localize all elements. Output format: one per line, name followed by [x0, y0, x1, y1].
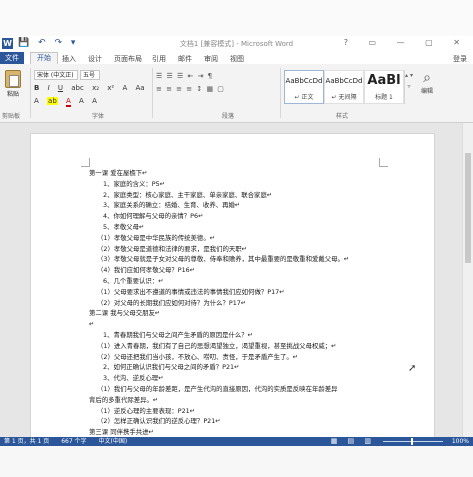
tab-page-layout[interactable]: 页面布局 [114, 54, 142, 64]
styles-gallery: AaBbCcDd ↵ 正文 AaBbCcDd ↵ 无间隔 AaBl 标题 1 [284, 70, 404, 104]
document-line[interactable]: （1）孝敬父母是中华民族的传统美德。↵ [89, 233, 389, 244]
tab-review[interactable]: 审阅 [204, 54, 218, 64]
font-color-button[interactable]: A [66, 97, 71, 107]
group-label-paragraph: 段落 [222, 113, 235, 120]
document-line[interactable]: 2、家庭类型：核心家庭、主干家庭、单亲家庭、联合家庭↵ [89, 190, 389, 201]
document-line[interactable]: （1）逆反心理的主要表现：P21↵ [89, 406, 389, 417]
editing-label: 编辑 [420, 88, 433, 95]
document-line[interactable]: 2、如何正确认识我们与父母之间的矛盾？P21↵ [89, 362, 389, 373]
change-case-button[interactable]: Aa [135, 84, 144, 92]
mouse-cursor-icon: ➚ [408, 363, 417, 374]
video-frame-bottom [0, 446, 473, 477]
view-mode-icons[interactable]: ▦ ▤ ▥ [331, 437, 375, 446]
tab-insert[interactable]: 插入 [62, 54, 76, 64]
style-normal[interactable]: AaBbCcDd ↵ 正文 [284, 70, 324, 104]
tab-home[interactable]: 开始 [30, 52, 58, 64]
document-line[interactable]: 1、家庭的含义：P5↵ [89, 179, 389, 190]
tab-references[interactable]: 引用 [152, 54, 166, 64]
subscript-button[interactable]: x₂ [92, 84, 99, 92]
language[interactable]: 中文(中国) [98, 438, 127, 445]
style-name: 标题 1 [375, 94, 393, 101]
grow-font-button[interactable]: A [79, 97, 84, 105]
style-name: ↵ 无间隔 [331, 94, 357, 101]
document-line[interactable]: （1）父母要求出不遵道的事情或违法的事情我们应如何做？P17↵ [89, 287, 389, 298]
styles-scroll-buttons[interactable]: ▴ ▾ ▿ [404, 70, 413, 104]
zoom-level[interactable]: 100% [452, 437, 469, 446]
clear-format-button[interactable]: A [34, 97, 39, 105]
style-no-spacing[interactable]: AaBbCcDd ↵ 无间隔 [324, 70, 364, 104]
divider [280, 68, 281, 118]
scrollbar-thumb[interactable] [465, 153, 471, 263]
group-label-font: 字体 [92, 113, 105, 120]
editing-button[interactable]: ⌕ 编辑 [414, 70, 440, 95]
style-preview: AaBbCcDd [325, 77, 363, 85]
find-icon: ⌕ [423, 70, 431, 86]
divider [152, 68, 153, 118]
document-area[interactable]: 第一课 爱在屋檐下↵ 1、家庭的含义：P5↵ 2、家庭类型：核心家庭、主干家庭、单亲… [0, 123, 473, 446]
video-frame-top [0, 0, 473, 36]
document-body[interactable]: 第一课 爱在屋檐下↵ 1、家庭的含义：P5↵ 2、家庭类型：核心家庭、主干家庭、单亲… [89, 168, 389, 438]
format-buttons-row2: A ab A A A [34, 97, 103, 107]
shrink-font-button[interactable]: A [92, 97, 97, 105]
group-label-styles: 样式 [336, 113, 349, 120]
page-count[interactable]: 第 1 页，共 1 页 [4, 438, 49, 445]
document-line[interactable]: （2）对父母的长期我们应如何对待？为什么？P17↵ [89, 298, 389, 309]
document-line[interactable]: 3、家庭关系的确立：结婚、生育、收养、再婚↵ [89, 200, 389, 211]
style-preview: AaBl [367, 73, 401, 88]
vertical-scrollbar[interactable] [462, 123, 473, 437]
document-line[interactable]: 5、孝敬父母↵ [89, 222, 389, 233]
window-controls[interactable]: ? ▭ — ▢ ✕ [344, 38, 469, 47]
style-preview: AaBbCcDd [285, 77, 323, 85]
document-line[interactable]: （3）孝敬父母就是子女对父母的尊敬、侍奉和赡养，其中最重要的是敬重和爱戴父母。↵ [89, 254, 389, 265]
document-line[interactable]: （2）孝敬父母是道德和法律的要求，是我们的天职↵ [89, 244, 389, 255]
title-bar: W 💾 ↶ ↷ ▾ 文档1 [兼容模式] - Microsoft Word ? … [0, 36, 473, 52]
document-line[interactable]: （1）进入青春期，我们有了自己的思想渴望独立，渴望重视，甚至挑战父母权威；↵ [89, 341, 389, 352]
italic-button[interactable]: I [48, 84, 50, 92]
document-line[interactable]: 背后的多重代际差异。↵ [89, 395, 389, 406]
login-link[interactable]: 登录 [453, 54, 467, 64]
format-buttons: B I U abc x₂ x² A Aa [34, 84, 151, 92]
highlight-button[interactable]: ab [47, 97, 58, 105]
style-heading-1[interactable]: AaBl 标题 1 [364, 70, 404, 104]
tab-mailings[interactable]: 邮件 [178, 54, 192, 64]
underline-button[interactable]: U [58, 84, 63, 92]
divider [30, 68, 31, 118]
tab-view[interactable]: 视图 [230, 54, 244, 64]
font-name-select[interactable]: 宋体 (中文正) [34, 70, 78, 80]
ribbon: 粘贴 宋体 (中文正) 五号 B I U abc x₂ x² A Aa A ab… [0, 64, 473, 123]
document-line[interactable]: （2）父母还把我们当小孩，不放心、唠叨、责怪，于是矛盾产生了。↵ [89, 352, 389, 363]
document-line[interactable]: （2）怎样正确认识我们的逆反心理？P21↵ [89, 416, 389, 427]
font-size-select[interactable]: 五号 [80, 70, 100, 80]
text-effects-button[interactable]: A [122, 84, 127, 92]
zoom-slider[interactable] [383, 438, 443, 445]
paste-label: 粘贴 [6, 91, 19, 98]
document-line[interactable]: 3、代沟、逆反心理↵ [89, 373, 389, 384]
word-window: W 💾 ↶ ↷ ▾ 文档1 [兼容模式] - Microsoft Word ? … [0, 36, 473, 446]
bold-button[interactable]: B [34, 84, 39, 92]
document-line[interactable]: 1、青春期我们与父母之间产生矛盾的原因是什么？↵ [89, 330, 389, 341]
document-line[interactable]: 4、你如何理解与父母的亲情？P6↵ [89, 211, 389, 222]
document-line[interactable]: ↵ [89, 319, 389, 330]
style-name: ↵ 正文 [294, 94, 314, 101]
document-page[interactable]: 第一课 爱在屋檐下↵ 1、家庭的含义：P5↵ 2、家庭类型：核心家庭、主干家庭、单亲… [30, 133, 435, 446]
paste-button[interactable]: 粘贴 [2, 70, 24, 100]
tab-file[interactable]: 文件 [0, 52, 24, 64]
document-line[interactable]: 第一课 爱在屋檐下↵ [89, 168, 389, 179]
strikethrough-button[interactable]: abc [71, 84, 84, 92]
group-label-clipboard: 剪贴板 [2, 113, 21, 120]
status-bar: 第 1 页，共 1 页 667 个字 中文(中国) ▦ ▤ ▥ 100% [0, 437, 473, 446]
margin-mark [379, 158, 388, 167]
superscript-button[interactable]: x² [107, 84, 114, 92]
paragraph-tools[interactable]: ☰ ☰ ☰ ⇤ ⇥ ¶ ≡ ≡ ≡ ≡ ↕ ▦ ▢ [156, 70, 256, 96]
document-line[interactable]: 6、几个重要认识：↵ [89, 276, 389, 287]
document-line[interactable]: （1）我们与父母的年龄差距，是产生代沟的直接原因，代沟的实质是反映在年龄差异 [89, 384, 389, 395]
document-line[interactable]: 第二课 我与父母交朋友↵ [89, 308, 389, 319]
ribbon-tabs: 文件 开始 插入 设计 页面布局 引用 邮件 审阅 视图 登录 [0, 52, 473, 64]
word-count[interactable]: 667 个字 [61, 438, 86, 445]
clipboard-icon [5, 70, 21, 88]
tab-design[interactable]: 设计 [88, 54, 102, 64]
document-line[interactable]: （4）我们应如何孝敬父母？P16↵ [89, 265, 389, 276]
margin-mark [81, 158, 90, 167]
